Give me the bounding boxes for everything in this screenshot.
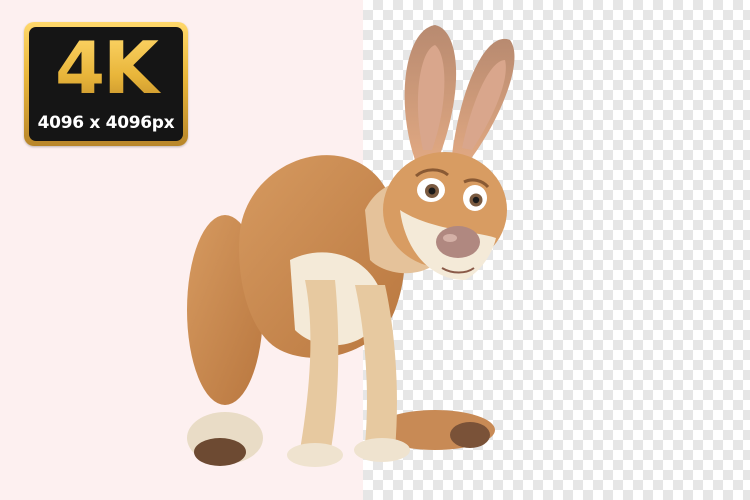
nose (436, 226, 480, 258)
badge-resolution-label: 4096 x 4096px (37, 113, 175, 133)
resolution-badge: 4K 4096 x 4096px (24, 22, 188, 146)
badge-4k-label: 4K (29, 28, 183, 108)
cartoon-kangaroo-illustration (187, 25, 515, 467)
